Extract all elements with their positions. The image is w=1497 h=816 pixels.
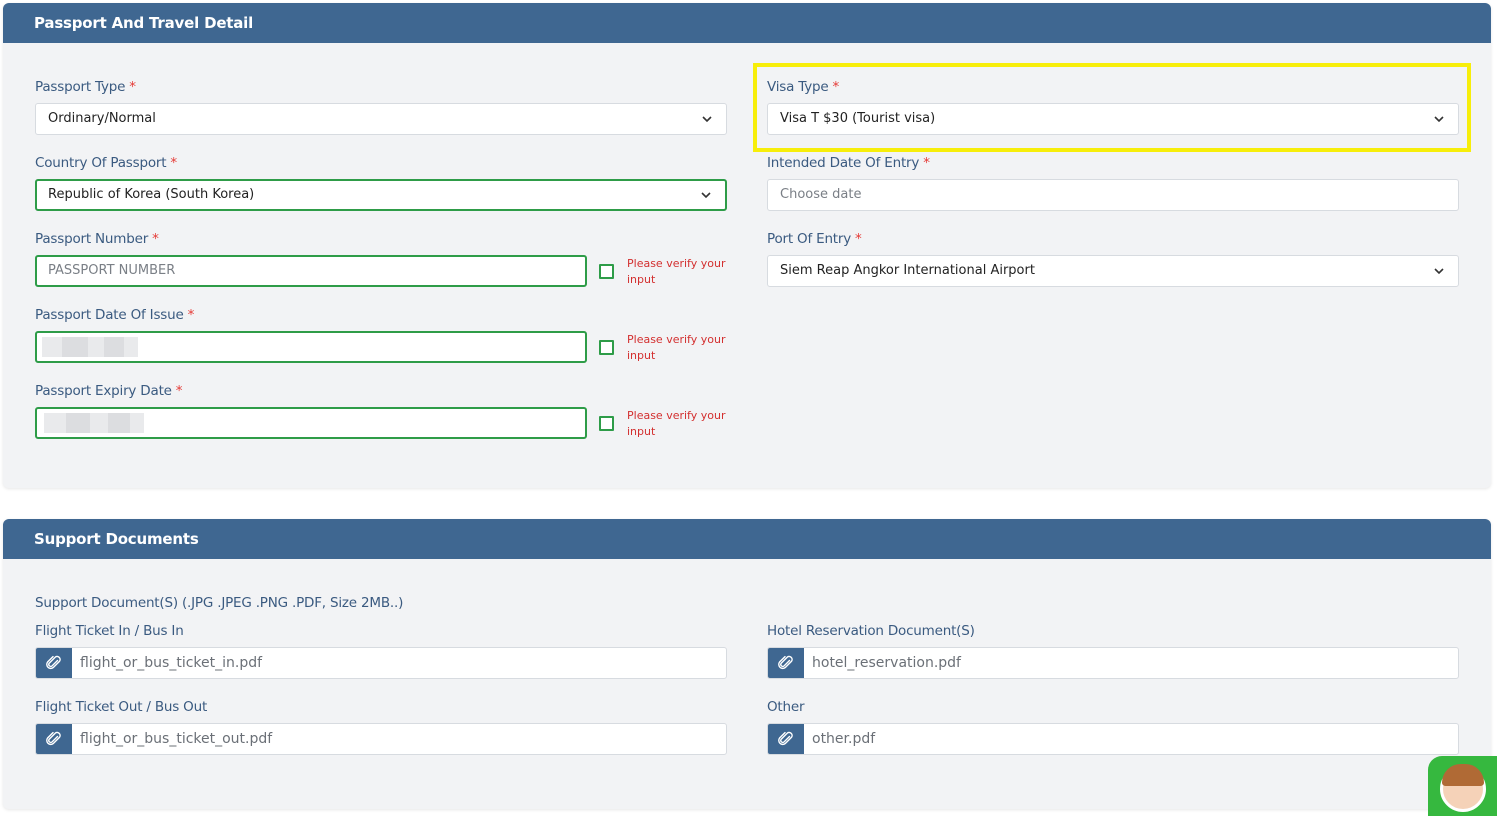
passport-travel-header: Passport And Travel Detail bbox=[3, 3, 1491, 43]
avatar-hair bbox=[1442, 764, 1484, 786]
hotel-reservation-file-input[interactable]: hotel_reservation.pdf bbox=[767, 647, 1459, 679]
support-documents-hint: Support Document(S) (.JPG .JPEG .PNG .PD… bbox=[35, 595, 404, 611]
other-file-input[interactable]: other.pdf bbox=[767, 723, 1459, 755]
intended-entry-date-label: Intended Date Of Entry * bbox=[767, 155, 930, 171]
chevron-down-icon bbox=[1433, 265, 1445, 277]
country-of-passport-label: Country Of Passport * bbox=[35, 155, 177, 171]
paperclip-icon bbox=[768, 724, 804, 754]
visa-type-value: Visa T $30 (Tourist visa) bbox=[780, 111, 936, 126]
flight-out-filename: flight_or_bus_ticket_out.pdf bbox=[80, 731, 273, 747]
intended-entry-date-placeholder: Choose date bbox=[780, 187, 862, 202]
passport-expiry-date-warning: Please verify your input bbox=[627, 409, 726, 438]
chevron-down-icon bbox=[701, 113, 713, 125]
port-of-entry-label: Port Of Entry * bbox=[767, 231, 862, 247]
country-of-passport-select[interactable]: Republic of Korea (South Korea) bbox=[35, 179, 727, 211]
passport-type-select[interactable]: Ordinary/Normal bbox=[35, 103, 727, 135]
passport-number-warning: Please verify your input bbox=[627, 257, 726, 286]
paperclip-icon bbox=[36, 724, 72, 754]
chevron-down-icon bbox=[1433, 113, 1445, 125]
passport-expiry-date-label: Passport Expiry Date * bbox=[35, 383, 183, 399]
passport-issue-date-label: Passport Date Of Issue * bbox=[35, 307, 195, 323]
support-documents-header: Support Documents bbox=[3, 519, 1491, 559]
flight-out-file-input[interactable]: flight_or_bus_ticket_out.pdf bbox=[35, 723, 727, 755]
passport-number-placeholder: PASSPORT NUMBER bbox=[48, 263, 176, 278]
port-of-entry-select[interactable]: Siem Reap Angkor International Airport bbox=[767, 255, 1459, 287]
intended-entry-date-input[interactable]: Choose date bbox=[767, 179, 1459, 211]
passport-number-label: Passport Number * bbox=[35, 231, 159, 247]
passport-issue-date-input[interactable] bbox=[35, 331, 587, 363]
port-of-entry-value: Siem Reap Angkor International Airport bbox=[780, 263, 1035, 278]
country-of-passport-value: Republic of Korea (South Korea) bbox=[48, 187, 255, 202]
redacted-value bbox=[44, 413, 144, 433]
flight-in-label: Flight Ticket In / Bus In bbox=[35, 623, 184, 639]
passport-expiry-date-input[interactable] bbox=[35, 407, 587, 439]
flight-out-label: Flight Ticket Out / Bus Out bbox=[35, 699, 208, 715]
support-avatar[interactable] bbox=[1428, 756, 1497, 816]
paperclip-icon bbox=[768, 648, 804, 678]
visa-type-label: Visa Type * bbox=[767, 79, 840, 95]
visa-type-select[interactable]: Visa T $30 (Tourist visa) bbox=[767, 103, 1459, 135]
passport-issue-date-checkbox[interactable] bbox=[599, 340, 614, 355]
flight-in-file-input[interactable]: flight_or_bus_ticket_in.pdf bbox=[35, 647, 727, 679]
flight-in-filename: flight_or_bus_ticket_in.pdf bbox=[80, 655, 263, 671]
other-filename: other.pdf bbox=[812, 731, 876, 747]
redacted-value bbox=[42, 337, 138, 357]
other-label: Other bbox=[767, 699, 805, 715]
passport-expiry-date-checkbox[interactable] bbox=[599, 416, 614, 431]
hotel-reservation-filename: hotel_reservation.pdf bbox=[812, 655, 961, 671]
passport-type-value: Ordinary/Normal bbox=[48, 111, 156, 126]
chevron-down-icon bbox=[700, 189, 712, 201]
hotel-reservation-label: Hotel Reservation Document(S) bbox=[767, 623, 975, 639]
passport-type-label: Passport Type * bbox=[35, 79, 136, 95]
passport-number-input[interactable]: PASSPORT NUMBER bbox=[35, 255, 587, 287]
passport-issue-date-warning: Please verify your input bbox=[627, 333, 726, 362]
paperclip-icon bbox=[36, 648, 72, 678]
passport-number-checkbox[interactable] bbox=[599, 264, 614, 279]
